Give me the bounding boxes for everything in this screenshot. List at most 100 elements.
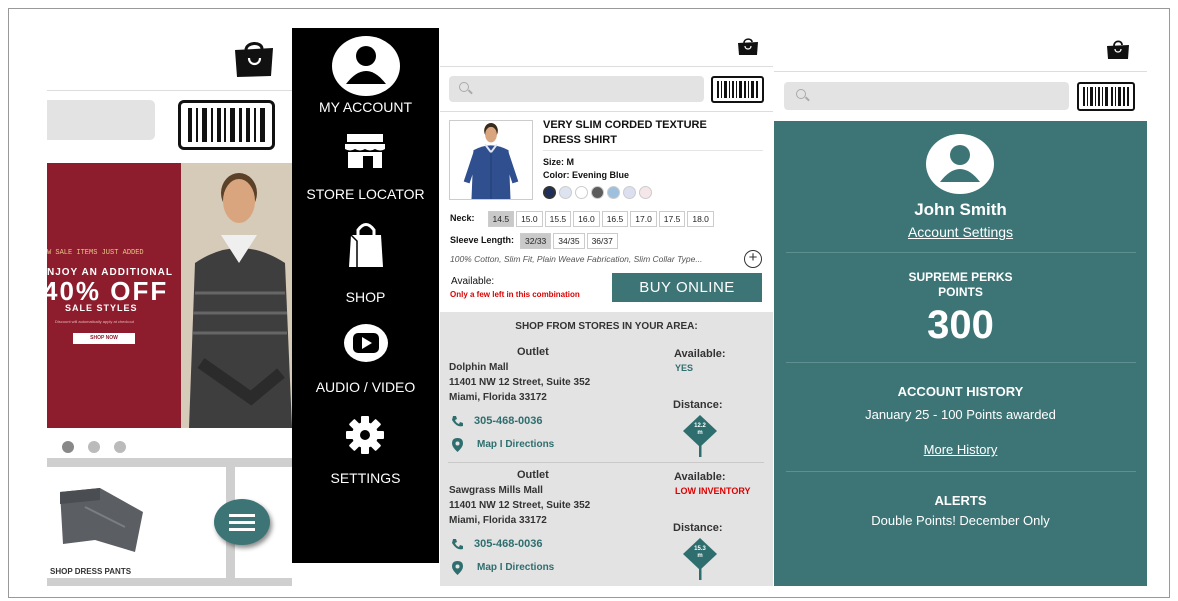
- store-list: SHOP FROM STORES IN YOUR AREA: Outlet Do…: [440, 312, 773, 586]
- neck-option[interactable]: 15.0: [516, 211, 543, 227]
- sale-banner[interactable]: W SALE ITEMS JUST ADDED NJOY AN ADDITION…: [47, 163, 292, 428]
- perks-title: SUPREME PERKS: [908, 270, 1013, 284]
- search-input[interactable]: [47, 100, 155, 140]
- phone-icon: [452, 539, 463, 550]
- points-value: 300: [927, 303, 994, 347]
- store-distance-label: Distance:: [673, 522, 723, 534]
- menu-item-label: SETTINGS: [330, 470, 401, 486]
- store-distance-label: Distance:: [673, 399, 723, 411]
- barcode-scanner-icon[interactable]: [711, 76, 764, 103]
- header-divider: [440, 111, 773, 112]
- carousel-dots[interactable]: [62, 441, 126, 453]
- store-city: Miami, Florida 33172: [449, 392, 547, 403]
- neck-option[interactable]: 16.0: [573, 211, 600, 227]
- more-history-link[interactable]: More History: [774, 442, 1147, 457]
- neck-option[interactable]: 16.5: [601, 211, 629, 227]
- neck-option[interactable]: 18.0: [687, 211, 714, 227]
- color-swatch[interactable]: [591, 186, 604, 199]
- carousel-dot[interactable]: [88, 441, 100, 453]
- barcode-scanner-icon[interactable]: [1077, 82, 1135, 111]
- color-swatch[interactable]: [639, 186, 652, 199]
- expand-details-button[interactable]: +: [744, 250, 762, 268]
- neck-option[interactable]: 14.5: [487, 211, 515, 227]
- map-pin-icon: [452, 438, 463, 452]
- carousel-dot[interactable]: [114, 441, 126, 453]
- sleeve-option[interactable]: 34/35: [553, 233, 585, 249]
- menu-item-label: MY ACCOUNT: [318, 99, 413, 115]
- account-settings-link[interactable]: Account Settings: [774, 224, 1147, 240]
- menu-item-label: SHOP: [345, 289, 386, 305]
- map-pin-icon: [452, 561, 463, 575]
- store-address: 11401 NW 12 Street, Suite 352: [449, 500, 591, 511]
- shopping-bag-icon: [349, 223, 383, 267]
- shopping-bag-icon[interactable]: [232, 40, 276, 78]
- color-swatch[interactable]: [543, 186, 556, 199]
- menu-item-label: STORE LOCATOR: [306, 186, 425, 202]
- divider: [543, 150, 763, 151]
- header-divider: [440, 66, 773, 67]
- store-phone-link[interactable]: 305-468-0036: [474, 415, 543, 427]
- availability-note: Only a few left in this combination: [450, 290, 580, 299]
- search-input[interactable]: [449, 76, 704, 102]
- banner-eyebrow: W SALE ITEMS JUST ADDED: [47, 249, 144, 257]
- color-swatch[interactable]: [575, 186, 588, 199]
- store-availability: LOW INVENTORY: [675, 486, 751, 496]
- store-distance: 12.2: [694, 423, 706, 429]
- sleeve-label: Sleeve Length:: [450, 235, 515, 245]
- divider: [786, 362, 1136, 363]
- carousel-dot[interactable]: [62, 441, 74, 453]
- perks-subtitle: POINTS: [938, 285, 983, 299]
- sleeve-option[interactable]: 36/37: [586, 233, 618, 249]
- neck-option[interactable]: 15.5: [544, 211, 572, 227]
- user-avatar-icon: [926, 134, 994, 194]
- sleeve-option[interactable]: 32/33: [520, 233, 552, 249]
- tile-label[interactable]: SHOP DRESS PANTS: [50, 567, 131, 576]
- neck-option[interactable]: 17.0: [630, 211, 657, 227]
- store-city: Miami, Florida 33172: [449, 515, 547, 526]
- store-type: Outlet: [517, 469, 549, 481]
- user-circle-icon: [332, 36, 400, 96]
- store-availability: YES: [675, 363, 694, 373]
- store-distance-unit: m: [697, 430, 703, 436]
- available-label: Available:: [451, 276, 495, 287]
- store-address: 11401 NW 12 Street, Suite 352: [449, 377, 591, 388]
- history-title: ACCOUNT HISTORY: [897, 384, 1024, 399]
- search-icon: [796, 89, 806, 99]
- tile-grid-divider: [47, 458, 292, 467]
- buy-online-button[interactable]: BUY ONLINE: [612, 273, 762, 302]
- product-image[interactable]: [449, 120, 533, 200]
- store-available-label: Available:: [674, 348, 726, 360]
- history-item: January 25 - 100 Points awarded: [865, 407, 1056, 422]
- search-icon: [459, 82, 469, 92]
- model-photo: [181, 163, 292, 428]
- sleeve-selector: Sleeve Length: 32/33 34/35 36/37: [450, 231, 620, 249]
- shop-now-button[interactable]: SHOP NOW: [73, 333, 135, 344]
- color-swatches[interactable]: [543, 186, 652, 199]
- map-directions-link[interactable]: Map I Directions: [477, 562, 554, 573]
- color-swatch[interactable]: [607, 186, 620, 199]
- banner-fine-print: Discount will automatically apply at che…: [55, 319, 134, 324]
- store-available-label: Available:: [674, 471, 726, 483]
- product-description: 100% Cotton, Slim Fit, Plain Weave Fabri…: [450, 254, 703, 264]
- dress-pants-image[interactable]: [55, 482, 145, 557]
- store-distance: 15.3: [694, 546, 706, 552]
- header-divider: [47, 90, 292, 91]
- barcode-scanner-icon[interactable]: [178, 100, 275, 150]
- map-directions-link[interactable]: Map I Directions: [477, 439, 554, 450]
- divider: [786, 252, 1136, 253]
- distance-sign-icon: 12.2 m: [680, 413, 720, 457]
- shopping-bag-icon[interactable]: [737, 38, 759, 56]
- search-input[interactable]: [784, 82, 1069, 110]
- menu-button[interactable]: [214, 499, 270, 545]
- store-phone-link[interactable]: 305-468-0036: [474, 538, 543, 550]
- shopping-bag-icon[interactable]: [1106, 40, 1130, 60]
- store-list-title: SHOP FROM STORES IN YOUR AREA:: [515, 321, 698, 332]
- menu-item-label: AUDIO / VIDEO: [315, 379, 416, 395]
- store-divider: [448, 462, 764, 463]
- neck-label: Neck:: [450, 213, 475, 223]
- tile-grid-divider: [47, 578, 292, 586]
- neck-option[interactable]: 17.5: [658, 211, 686, 227]
- color-swatch[interactable]: [623, 186, 636, 199]
- sleeve-options: 32/33 34/35 36/37: [520, 231, 620, 249]
- color-swatch[interactable]: [559, 186, 572, 199]
